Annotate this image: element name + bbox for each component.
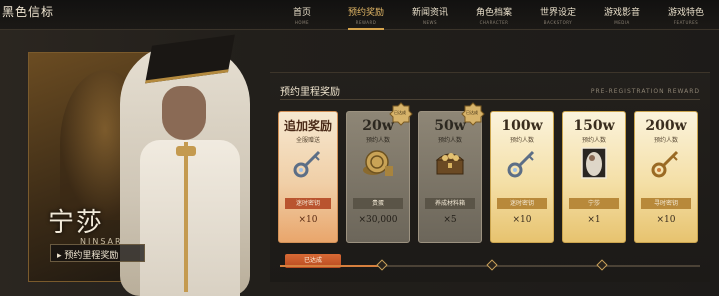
reward-card-150w[interactable]: 150w 预约人数 宁莎 ×1 (562, 111, 626, 243)
card-description: 全服赠送 (295, 137, 320, 144)
key-icon (507, 150, 535, 178)
nav-item-reward[interactable]: 预约奖励 REWARD (334, 0, 398, 30)
progress-ornament-icon (596, 259, 608, 271)
panel-subtitle: PRE-REGISTRATION REWARD (590, 88, 700, 95)
card-description: 预约人数 (509, 137, 534, 144)
card-item-name: 寻时密钥 (641, 198, 691, 209)
card-item-quantity: ×30,000 (358, 215, 398, 225)
card-item-quantity: ×10 (298, 215, 318, 225)
nav-label-en: CHARACTER (479, 20, 509, 25)
nav-label: 首页 (292, 8, 311, 18)
card-item-name: 贵蛋 (353, 198, 403, 209)
character-bowtie (176, 146, 196, 156)
nav-label-en: NEWS (422, 20, 437, 25)
nav-item-home[interactable]: 首页 HOME (270, 0, 334, 30)
nav-label: 游戏特色 (667, 8, 704, 18)
reward-panel: 预约里程奖励 PRE-REGISTRATION REWARD 追加奖励 全服赠送… (270, 72, 710, 282)
card-milestone: 追加奖励 (283, 119, 332, 133)
coat-trim (184, 142, 188, 292)
nav-label: 角色档案 (475, 8, 512, 18)
nav-item-media[interactable]: 游戏影音 MEDIA (590, 0, 654, 30)
panel-divider (280, 99, 700, 100)
reward-cards: 追加奖励 全服赠送 迷时密钥 ×10 已达成 已达成 20w 预约人数 贵蛋 ×… (278, 102, 698, 268)
nav-label: 世界设定 (539, 8, 576, 18)
top-nav-bar: 黑色信标 首页 HOME 预约奖励 REWARD 新闻资讯 NEWS 角色档案 … (0, 0, 719, 30)
character-coat (140, 140, 240, 296)
site-logo[interactable]: 黑色信标 (2, 3, 54, 20)
golden-key-icon (651, 150, 679, 178)
nav-item-character[interactable]: 角色档案 CHARACTER (462, 0, 526, 30)
nav-item-backstory[interactable]: 世界设定 BACKSTORY (526, 0, 590, 30)
pre-registration-reward-button[interactable]: ▸ 预约里程奖励 (50, 244, 145, 262)
nav-label-en: FEATURES (673, 20, 699, 25)
nav-label: 预约奖励 (347, 8, 384, 18)
card-description: 预约人数 (437, 137, 462, 144)
progress-ornament-icon (486, 259, 498, 271)
card-description: 预约人数 (365, 137, 390, 144)
achieved-badge-label: 已达成 (394, 110, 406, 115)
panel-title: 预约里程奖励 (280, 87, 340, 98)
card-item-quantity: ×10 (656, 215, 676, 225)
card-item-quantity: ×1 (587, 215, 601, 225)
card-item-name: 迷时密钥 (497, 198, 547, 209)
treasure-chest-icon (435, 153, 465, 175)
character-portrait-icon (581, 147, 607, 179)
page: 黑色信标 首页 HOME 预约奖励 REWARD 新闻资讯 NEWS 角色档案 … (0, 0, 719, 296)
nav-label-en: BACKSTORY (543, 20, 573, 25)
main-nav: 首页 HOME 预约奖励 REWARD 新闻资讯 NEWS 角色档案 CHARA… (270, 0, 718, 30)
progress-ornament-icon (376, 259, 388, 271)
character-face (162, 86, 206, 140)
card-milestone: 150w (573, 118, 615, 134)
reward-card-200w[interactable]: 200w 预约人数 寻时密钥 ×10 (634, 111, 698, 243)
nav-item-news[interactable]: 新闻资讯 NEWS (398, 0, 462, 30)
reward-card-100w[interactable]: 100w 预约人数 迷时密钥 ×10 (490, 111, 554, 243)
achieved-badge-label: 已达成 (466, 110, 478, 115)
card-milestone: 100w (501, 118, 543, 134)
character-name: 宁莎 (48, 208, 105, 238)
nav-label-en: MEDIA (614, 20, 630, 25)
nav-label: 新闻资讯 (411, 8, 448, 18)
key-icon (293, 150, 321, 178)
card-item-name: 养成材料箱 (425, 198, 475, 209)
nav-item-features[interactable]: 游戏特色 FEATURES (654, 0, 718, 30)
character-artwork: 宁莎 NINSAR ▸ 预约里程奖励 (0, 30, 280, 296)
reward-card-50w[interactable]: 已达成 50w 预约人数 养成材料箱 ×5 (418, 102, 485, 243)
card-item-quantity: ×5 (443, 215, 457, 225)
card-item-name: 宁莎 (569, 198, 619, 209)
nav-label: 游戏影音 (603, 8, 640, 18)
coin-stack-icon (363, 150, 393, 176)
card-item-name: 迷时密钥 (285, 198, 331, 209)
card-description: 预约人数 (581, 137, 606, 144)
milestone-progress-fill (280, 265, 381, 267)
reward-card-20w[interactable]: 已达成 20w 预约人数 贵蛋 ×30,000 (346, 102, 413, 243)
nav-label-en: REWARD (355, 20, 377, 25)
card-description: 预约人数 (653, 137, 678, 144)
card-milestone: 200w (645, 118, 687, 134)
nav-label-en: HOME (294, 20, 310, 25)
reward-card-bonus[interactable]: 追加奖励 全服赠送 迷时密钥 ×10 已达成 (278, 111, 341, 268)
card-item-quantity: ×10 (512, 215, 532, 225)
